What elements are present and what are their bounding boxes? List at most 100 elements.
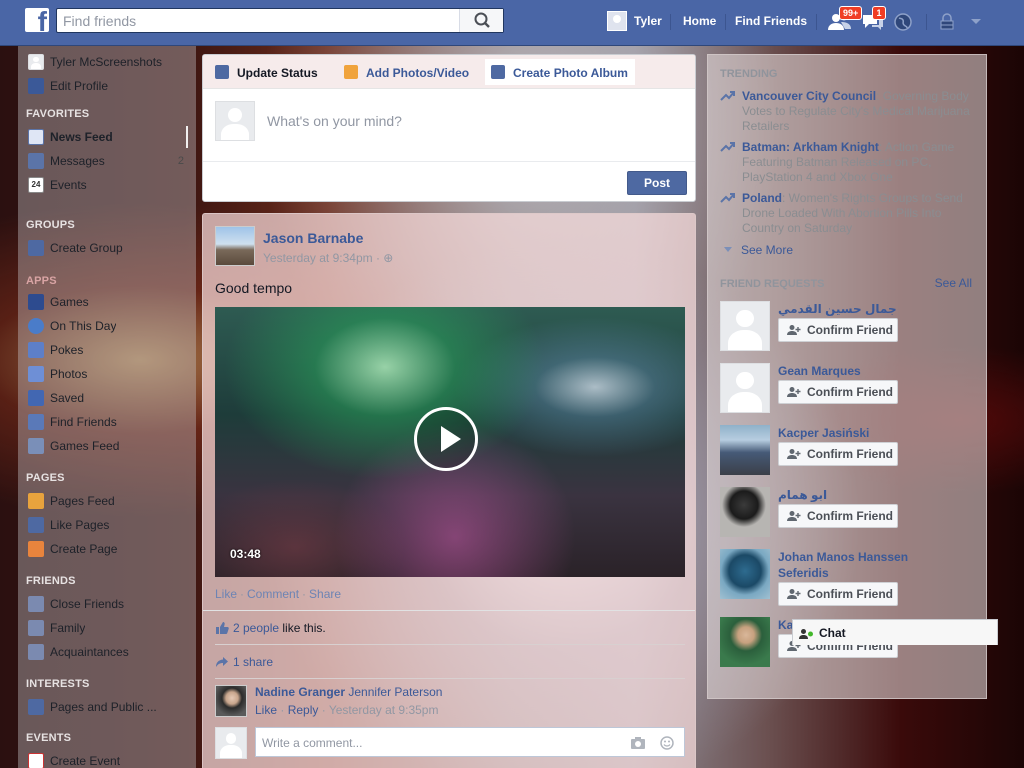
messages-jewel[interactable]: 1 [860,6,886,32]
left-sidebar: Tyler McScreenshots Edit Profile FAVORIT… [18,46,196,768]
sidebar-item-events[interactable]: 24 Events [26,176,192,194]
trending-item[interactable]: Vancouver City Council: Governing Body V… [720,89,978,137]
friend-request: جمال حسين القدمي Confirm Friend [720,301,982,353]
author-avatar[interactable] [215,226,255,266]
friend-requests-jewel[interactable]: 99+ [827,6,863,32]
sidebar-item-like-pages[interactable]: Like Pages [26,516,192,534]
comment-like-link[interactable]: Like [255,703,277,717]
notifications-jewel[interactable] [893,12,919,32]
comment-link[interactable]: Comment [247,587,299,601]
trending-topic: Batman: Arkham Knight [742,140,879,154]
video-player[interactable]: 03:48 [215,307,685,577]
sidebar-item-saved[interactable]: Saved [26,389,192,407]
confirm-friend-button[interactable]: Confirm Friend [778,380,898,404]
see-all-requests-link[interactable]: See All [935,276,972,290]
video-duration: 03:48 [230,547,261,561]
sidebar-item-photos[interactable]: Photos [26,365,192,383]
plus-icon [28,541,44,557]
tab-label: Add Photos/Video [366,66,470,80]
like-link[interactable]: Like [215,587,237,601]
comment-placeholder: Write a comment... [262,736,363,750]
see-more-trending[interactable]: See More [724,243,793,257]
requester-avatar[interactable] [720,363,770,413]
chat-sidebar-tab[interactable]: Chat [792,619,998,645]
confirm-friend-button[interactable]: Confirm Friend [778,442,898,466]
sidebar-item-close-friends[interactable]: Close Friends [26,595,192,613]
sidebar-item-family[interactable]: Family [26,619,192,637]
camera-icon[interactable] [630,736,646,750]
home-link[interactable]: Home [683,14,716,28]
confirm-friend-button[interactable]: Confirm Friend [778,504,898,528]
requester-name[interactable]: Kacper Jasiński [778,425,978,441]
requester-name[interactable]: ابو همام [778,487,828,503]
sidebar-item-pages-feed[interactable]: Pages Feed [26,492,192,510]
sidebar-item-acquaintances[interactable]: Acquaintances [26,643,192,661]
comment-input[interactable]: Write a comment... [255,727,685,757]
requester-name[interactable]: Johan Manos Hanssen Seferidis [778,549,928,581]
confirm-friend-button[interactable]: Confirm Friend [778,582,898,606]
sidebar-item-label: News Feed [50,130,113,144]
sidebar-item-pages-and-public[interactable]: Pages and Public ... [26,698,192,716]
sidebar-item-create-page[interactable]: Create Page [26,540,192,558]
comment-reply-link[interactable]: Reply [288,703,319,717]
sidebar-item-create-event[interactable]: Create Event [26,752,192,768]
comment-author[interactable]: Nadine Granger [255,685,345,699]
sidebar-item-news-feed[interactable]: News Feed [26,128,192,146]
status-input[interactable]: What's on your mind? [267,113,402,129]
facebook-logo-icon[interactable]: f [25,8,49,32]
rss-icon [28,699,44,715]
commenter-avatar[interactable] [215,685,247,717]
find-friends-link[interactable]: Find Friends [735,14,807,28]
sidebar-item-pokes[interactable]: Pokes [26,341,192,359]
story-action-bar: Like · Comment · Share [215,587,341,601]
separator: · [318,703,329,717]
sidebar-item-messages[interactable]: Messages 2 [26,152,192,170]
sidebar-item-edit-profile[interactable]: Edit Profile [26,77,192,95]
sidebar-item-on-this-day[interactable]: On This Day [26,317,192,335]
divider [670,14,671,30]
account-menu[interactable] [966,12,992,32]
profile-link[interactable]: Tyler [607,11,667,31]
sidebar-item-games-feed[interactable]: Games Feed [26,437,192,455]
comment-timestamp[interactable]: Yesterday at 9:35pm [329,703,439,717]
section-header-pages: PAGES [26,472,65,484]
trending-item[interactable]: Batman: Arkham Knight: Action Game Featu… [720,140,978,188]
controller-icon [28,438,44,454]
comment-text[interactable]: Jennifer Paterson [348,685,442,699]
privacy-shortcuts[interactable] [938,12,964,32]
play-icon[interactable] [414,407,478,471]
confirm-friend-button[interactable]: Confirm Friend [778,318,898,342]
requester-name[interactable]: Gean Marques [778,363,978,379]
requester-avatar[interactable] [720,487,770,537]
shares-link[interactable]: 1 share [233,655,273,669]
requester-avatar[interactable] [720,549,770,599]
sidebar-item-find-friends[interactable]: Find Friends [26,413,192,431]
requester-avatar[interactable] [720,301,770,351]
sidebar-item-label: Close Friends [50,597,125,611]
post-button[interactable]: Post [627,171,687,195]
story-timestamp[interactable]: Yesterday at 9:34pm · ⊕ [263,251,393,265]
sidebar-item-games[interactable]: Games [26,293,192,311]
see-more-label: See More [741,243,794,257]
tab-add-photos-video[interactable]: Add Photos/Video [344,63,474,83]
pencil-icon [215,65,229,79]
share-link[interactable]: Share [309,587,341,601]
likes-people-link[interactable]: 2 people [233,621,279,635]
active-indicator [186,126,188,148]
trending-topic: Vancouver City Council [742,89,877,103]
trending-item[interactable]: Poland: Women's Rights Groups to Send Dr… [720,191,978,239]
friend-request: Kacper Jasiński Confirm Friend [720,425,982,477]
requester-avatar[interactable] [720,425,770,475]
search-input[interactable] [63,11,453,30]
requester-name[interactable]: جمال حسين القدمي [778,301,898,317]
sidebar-item-profile[interactable]: Tyler McScreenshots [26,53,192,71]
sidebar-item-label: Like Pages [50,518,110,532]
tab-create-photo-album[interactable]: Create Photo Album [485,59,635,85]
requester-avatar[interactable] [720,617,770,667]
emoji-icon[interactable] [660,736,674,750]
thumbs-up-icon [216,622,229,634]
search-button[interactable] [459,9,503,32]
story-author[interactable]: Jason Barnabe [263,230,363,246]
tab-update-status[interactable]: Update Status [215,63,335,83]
profile-name: Tyler [634,14,662,28]
